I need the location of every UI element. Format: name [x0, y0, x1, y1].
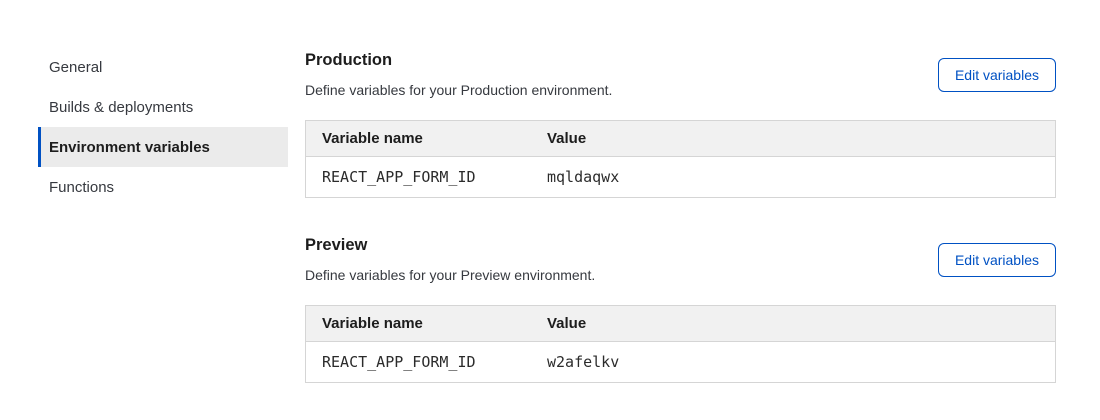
- preview-variables-table: Variable name Value REACT_APP_FORM_ID w2…: [305, 305, 1056, 383]
- sidebar-item-functions[interactable]: Functions: [38, 167, 288, 207]
- environment-variables-content: Production Define variables for your Pro…: [305, 47, 1056, 383]
- production-edit-variables-button[interactable]: Edit variables: [938, 58, 1056, 92]
- variable-name-cell: REACT_APP_FORM_ID: [306, 342, 531, 382]
- production-description: Define variables for your Production env…: [305, 82, 612, 99]
- variable-value-cell: w2afelkv: [531, 342, 1055, 382]
- sidebar-item-label: Environment variables: [49, 139, 210, 156]
- sidebar-item-label: Builds & deployments: [49, 99, 193, 116]
- table-header-row: Variable name Value: [306, 121, 1055, 157]
- sidebar-item-label: General: [49, 59, 102, 76]
- production-title: Production: [305, 51, 612, 69]
- preview-section-header: Preview Define variables for your Previe…: [305, 236, 1056, 284]
- variable-name-cell: REACT_APP_FORM_ID: [306, 157, 531, 197]
- column-header-variable-name: Variable name: [306, 306, 531, 341]
- preview-title: Preview: [305, 236, 595, 254]
- sidebar-item-environment-variables[interactable]: Environment variables: [38, 127, 288, 167]
- preview-edit-variables-button[interactable]: Edit variables: [938, 243, 1056, 277]
- production-variables-table: Variable name Value REACT_APP_FORM_ID mq…: [305, 120, 1056, 198]
- table-row: REACT_APP_FORM_ID mqldaqwx: [306, 157, 1055, 197]
- preview-section: Preview Define variables for your Previe…: [305, 236, 1056, 383]
- production-section-header: Production Define variables for your Pro…: [305, 51, 1056, 99]
- settings-page: General Builds & deployments Environment…: [0, 0, 1100, 383]
- variable-value-cell: mqldaqwx: [531, 157, 1055, 197]
- column-header-value: Value: [531, 306, 1055, 341]
- settings-sidebar: General Builds & deployments Environment…: [38, 47, 288, 207]
- sidebar-item-general[interactable]: General: [38, 47, 288, 87]
- preview-description: Define variables for your Preview enviro…: [305, 267, 595, 284]
- sidebar-item-builds-deployments[interactable]: Builds & deployments: [38, 87, 288, 127]
- table-header-row: Variable name Value: [306, 306, 1055, 342]
- column-header-variable-name: Variable name: [306, 121, 531, 156]
- sidebar-item-label: Functions: [49, 179, 114, 196]
- table-row: REACT_APP_FORM_ID w2afelkv: [306, 342, 1055, 382]
- preview-section-text: Preview Define variables for your Previe…: [305, 236, 595, 284]
- production-section-text: Production Define variables for your Pro…: [305, 51, 612, 99]
- column-header-value: Value: [531, 121, 1055, 156]
- production-section: Production Define variables for your Pro…: [305, 51, 1056, 198]
